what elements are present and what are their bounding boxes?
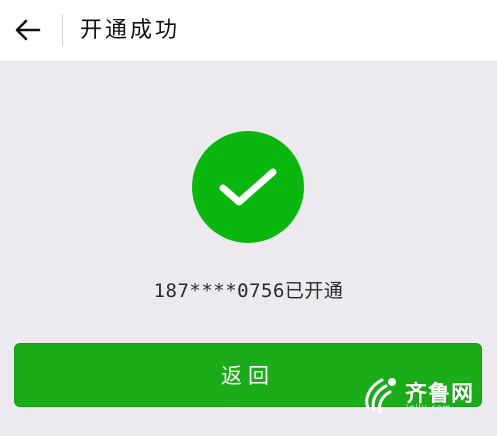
checkmark-icon (219, 168, 277, 206)
arrow-left-icon (15, 19, 41, 41)
return-button[interactable]: 返回 (14, 343, 482, 407)
success-indicator (192, 131, 304, 243)
activation-message: 187****0756已开通 (153, 280, 344, 302)
header-divider (62, 14, 63, 47)
top-navigation-bar: 开通成功 (0, 0, 497, 62)
back-button[interactable] (8, 10, 48, 50)
page-title: 开通成功 (80, 18, 181, 43)
